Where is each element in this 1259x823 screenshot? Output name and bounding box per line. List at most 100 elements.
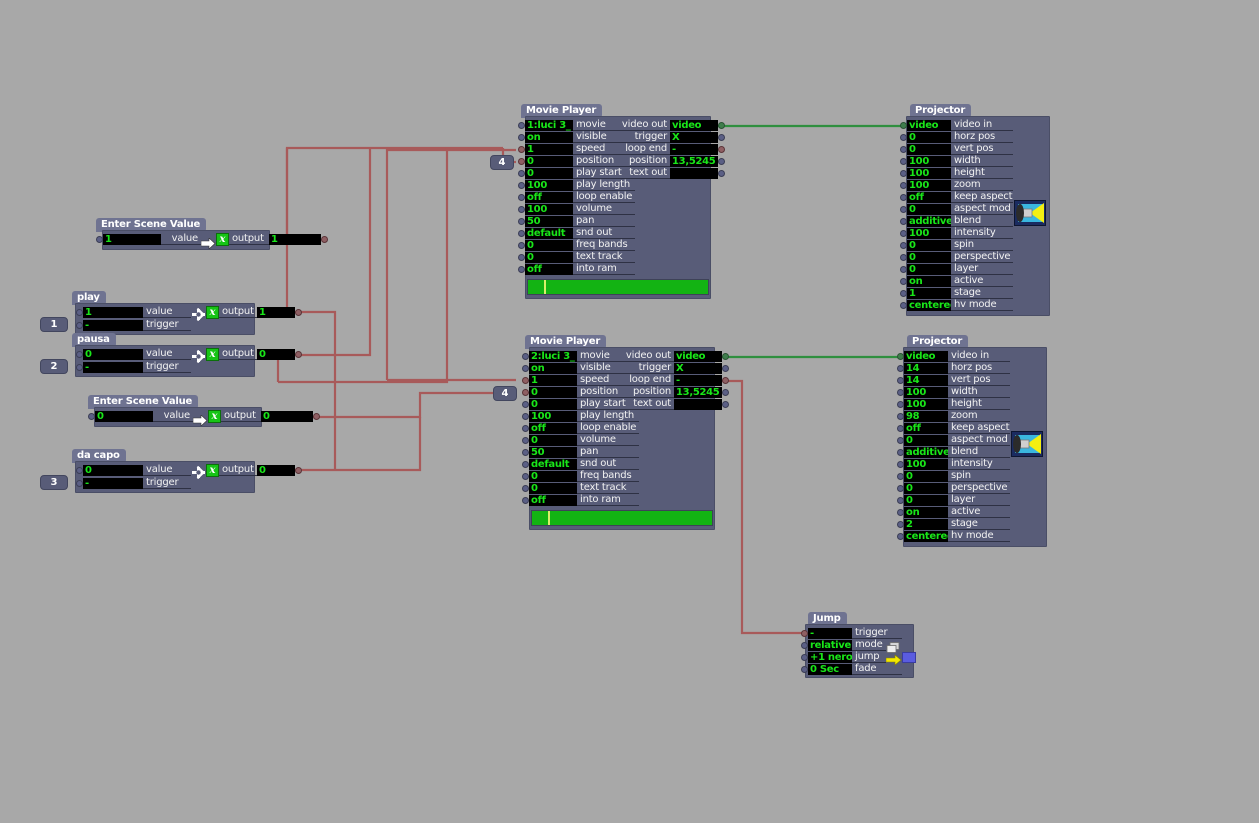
output-value-field[interactable] <box>670 167 718 179</box>
input-port[interactable] <box>518 157 525 165</box>
input-port[interactable] <box>897 460 904 468</box>
value-field[interactable]: 0 <box>83 348 143 360</box>
input-row-horz-pos[interactable]: 0 horz pos <box>900 131 1013 143</box>
input-port[interactable] <box>522 484 529 492</box>
fade-field[interactable]: 0 Sec <box>808 663 852 675</box>
output-port[interactable] <box>722 376 729 384</box>
jump-field[interactable]: +1 nero <box>808 651 852 663</box>
output-port[interactable] <box>718 169 725 177</box>
input-port[interactable] <box>522 364 529 372</box>
input-value-field[interactable]: 100 <box>529 410 577 422</box>
input-value-field[interactable]: 0 <box>525 239 573 251</box>
input-row-width[interactable]: 100 width <box>897 386 1010 398</box>
x-function-icon[interactable]: x <box>206 305 219 319</box>
input-value-field[interactable]: 100 <box>525 179 573 191</box>
input-port[interactable] <box>518 265 525 273</box>
input-port[interactable] <box>897 352 904 360</box>
input-row-blend[interactable]: additive blend <box>897 446 1010 458</box>
input-value-field[interactable]: 98 <box>904 410 948 422</box>
color-swatch-icon[interactable] <box>902 651 916 663</box>
input-row-active[interactable]: on active <box>900 275 1013 287</box>
input-value-field[interactable]: 0 <box>904 434 948 446</box>
input-value-field[interactable]: 0 <box>907 131 951 143</box>
input-row-stage[interactable]: 1 stage <box>900 287 1013 299</box>
input-row-trigger[interactable]: - trigger <box>801 627 902 639</box>
x-function-icon[interactable]: x <box>206 347 219 361</box>
input-value-field[interactable]: 0 <box>529 398 577 410</box>
connector-tag-mp1[interactable]: 4 <box>490 155 514 170</box>
input-value-field[interactable]: 14 <box>904 374 948 386</box>
input-port[interactable] <box>897 508 904 516</box>
input-value-field[interactable]: 100 <box>907 155 951 167</box>
input-port[interactable] <box>518 217 525 225</box>
input-port[interactable] <box>897 472 904 480</box>
input-port[interactable] <box>897 496 904 504</box>
output-port[interactable] <box>722 400 729 408</box>
input-row-vert-pos[interactable]: 0 vert pos <box>900 143 1013 155</box>
input-value-field[interactable]: 0 <box>529 470 577 482</box>
input-port[interactable] <box>518 133 525 141</box>
input-row-vert-pos[interactable]: 14 vert pos <box>897 374 1010 386</box>
input-value-field[interactable]: 100 <box>904 458 948 470</box>
output-port[interactable] <box>722 352 729 360</box>
input-row-width[interactable]: 100 width <box>900 155 1013 167</box>
input-row-loop-enable[interactable]: off loop enable <box>518 191 635 203</box>
playback-progress-bar[interactable] <box>531 510 713 526</box>
input-port[interactable] <box>76 308 83 316</box>
input-value-field[interactable]: 100 <box>907 179 951 191</box>
input-port[interactable] <box>897 376 904 384</box>
trigger-field[interactable]: - <box>83 361 143 373</box>
input-value-field[interactable]: 0 <box>904 470 948 482</box>
input-value-field[interactable]: 0 <box>529 386 577 398</box>
input-row-video-in[interactable]: video video in <box>900 119 1013 131</box>
input-port[interactable] <box>522 460 529 468</box>
input-row-jump[interactable]: +1 nero jump <box>801 651 916 666</box>
input-value-field[interactable]: off <box>529 422 577 434</box>
input-value-field[interactable]: off <box>907 191 951 203</box>
input-value-field[interactable]: 14 <box>904 362 948 374</box>
input-value-field[interactable]: 0 <box>904 494 948 506</box>
input-row-value[interactable]: 0 value x output 0 <box>76 463 302 479</box>
input-port[interactable] <box>522 400 529 408</box>
input-port[interactable] <box>900 145 907 153</box>
output-value-field[interactable]: X <box>674 362 722 374</box>
output-value-field[interactable]: - <box>674 374 722 386</box>
input-value-field[interactable]: 100 <box>904 398 948 410</box>
trigger-field[interactable]: - <box>83 319 143 331</box>
output-row-video-out[interactable]: video out video <box>614 119 725 131</box>
input-value-field[interactable]: off <box>525 191 573 203</box>
input-value-field[interactable]: default <box>529 458 577 470</box>
input-port[interactable] <box>522 496 529 504</box>
input-row-trigger[interactable]: - trigger <box>76 319 191 331</box>
input-port[interactable] <box>900 277 907 285</box>
input-port[interactable] <box>897 388 904 396</box>
input-value-field[interactable]: default <box>525 227 573 239</box>
input-port[interactable] <box>900 157 907 165</box>
output-port[interactable] <box>295 308 302 316</box>
input-port[interactable] <box>76 466 83 474</box>
input-row-into-ram[interactable]: off into ram <box>518 263 635 275</box>
output-value-field[interactable] <box>674 398 722 410</box>
input-port[interactable] <box>897 448 904 456</box>
input-port[interactable] <box>76 363 83 371</box>
input-port[interactable] <box>518 253 525 261</box>
input-row-fade[interactable]: 0 Sec fade <box>801 663 902 675</box>
input-value-field[interactable]: 0 <box>529 434 577 446</box>
node-da-capo[interactable]: da capo 0 value x output 0 - trigger <box>72 449 302 493</box>
input-row-height[interactable]: 100 height <box>897 398 1010 410</box>
input-value-field[interactable]: 1:luci 3_ <box>525 119 573 131</box>
input-row-value[interactable]: 1 value x output 1 <box>76 305 302 321</box>
trigger-field[interactable]: - <box>83 477 143 489</box>
input-port[interactable] <box>900 193 907 201</box>
input-port[interactable] <box>900 121 907 129</box>
output-value-field[interactable]: X <box>670 131 718 143</box>
input-port[interactable] <box>900 169 907 177</box>
input-row-into-ram[interactable]: off into ram <box>522 494 639 506</box>
input-value-field[interactable]: 0 <box>525 167 573 179</box>
input-row-zoom[interactable]: 100 zoom <box>900 179 1013 191</box>
input-row-volume[interactable]: 0 volume <box>522 434 639 446</box>
input-port[interactable] <box>518 121 525 129</box>
output-value-field[interactable]: 13,5245 <box>674 386 722 398</box>
input-port[interactable] <box>518 169 525 177</box>
input-port[interactable] <box>76 350 83 358</box>
